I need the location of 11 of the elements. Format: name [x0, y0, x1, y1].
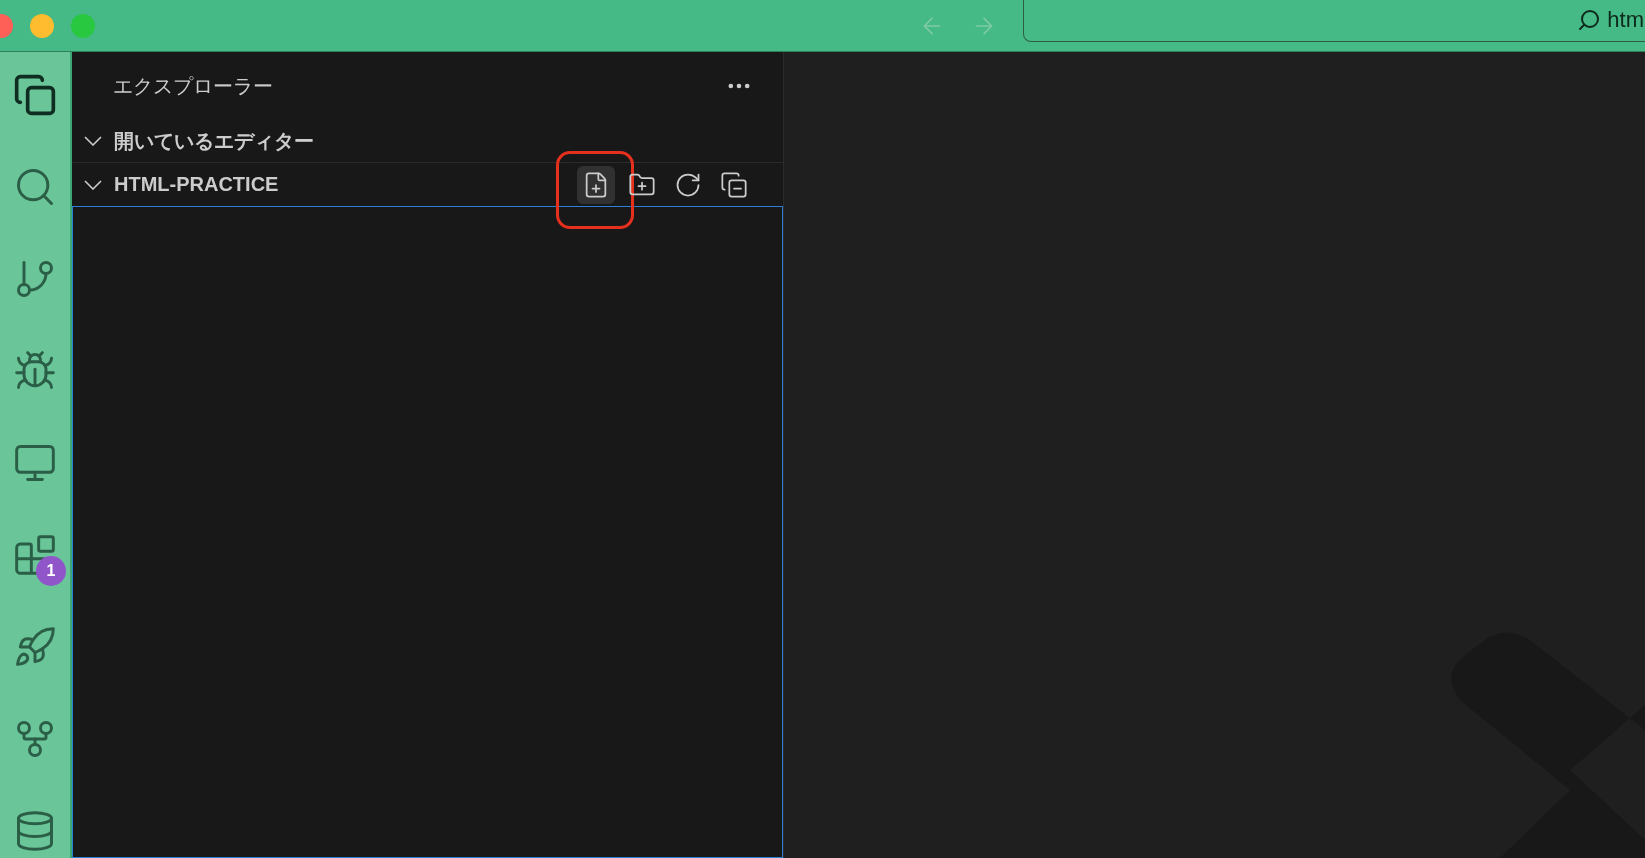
files-icon[interactable] [13, 73, 57, 117]
new-file-button[interactable] [577, 165, 615, 204]
search-icon [1577, 8, 1602, 32]
section-title[interactable]: HTML-PRACTICE [114, 173, 577, 196]
count-badge: 1 [36, 556, 66, 586]
chevron-down-icon[interactable] [84, 136, 102, 146]
chevron-down-icon[interactable] [84, 179, 102, 190]
rocket-icon[interactable] [13, 625, 57, 669]
panel-title: エクスプローラー [113, 73, 273, 99]
section-title[interactable]: 開いているエディター [114, 127, 753, 155]
search-field[interactable]: htm [1023, 0, 1645, 42]
